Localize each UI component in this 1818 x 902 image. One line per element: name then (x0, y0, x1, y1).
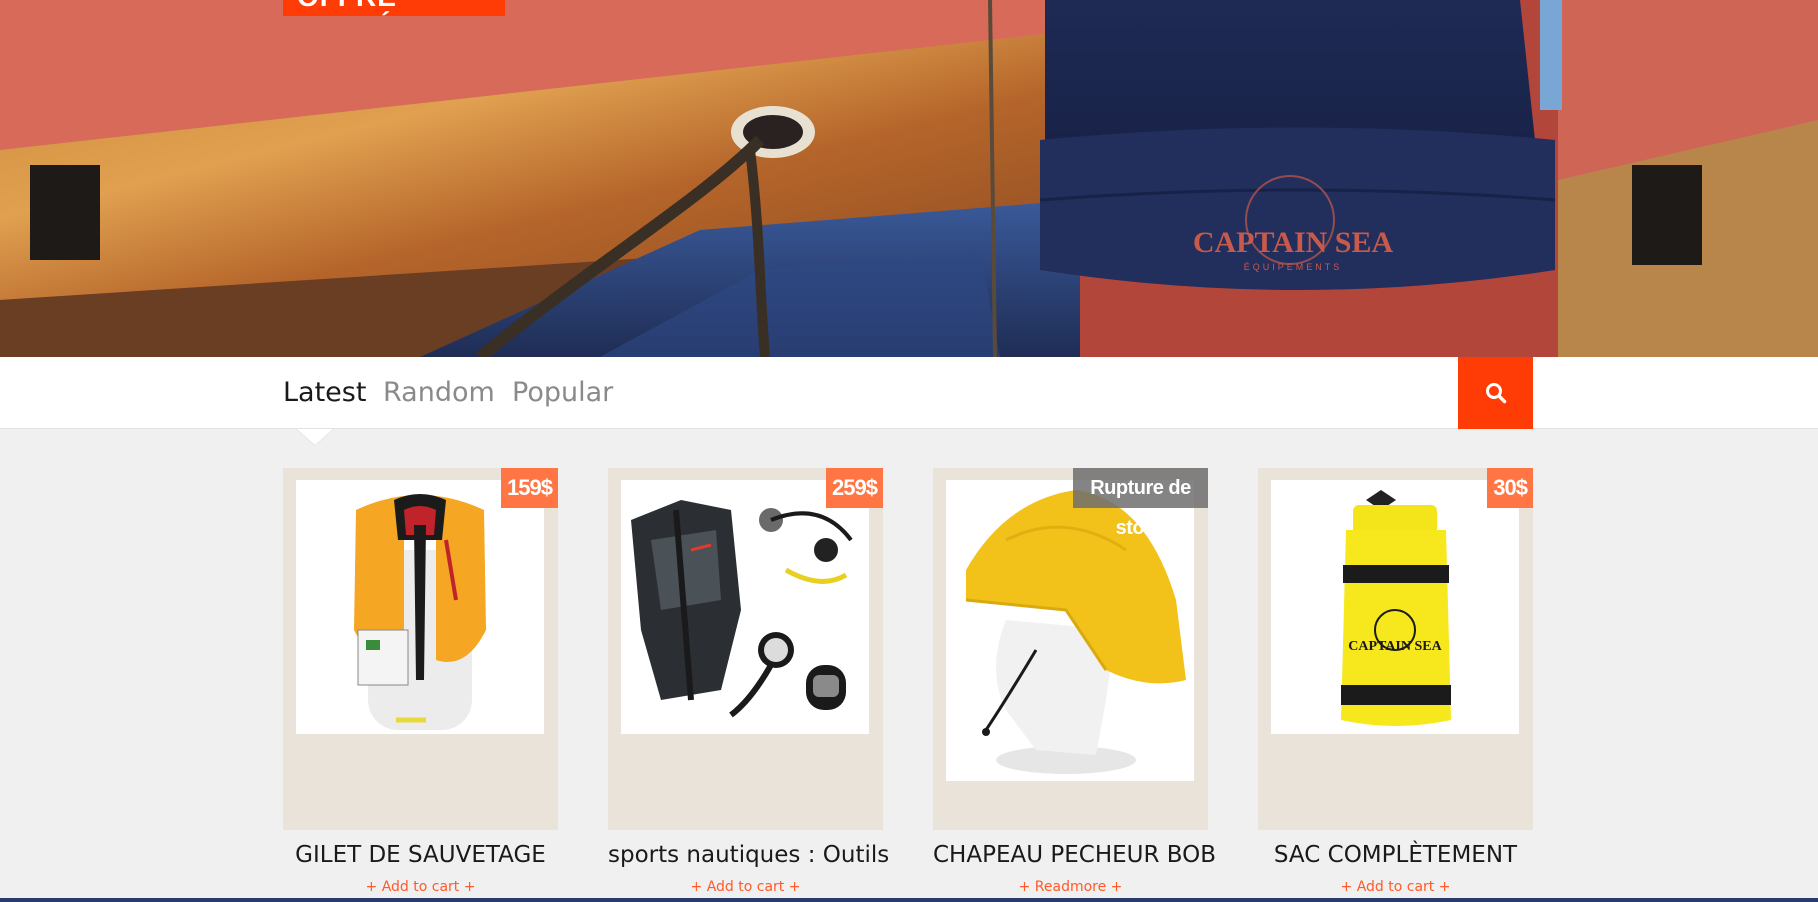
product-title[interactable]: CHAPEAU PECHEUR BOB (933, 842, 1216, 868)
price-badge: 30$ (1487, 468, 1533, 508)
product-image-dry-bag[interactable]: CAPTAIN SEA (1271, 480, 1519, 734)
tab-random[interactable]: Random (383, 377, 495, 408)
price-badge: 259$ (826, 468, 883, 508)
price-badge: 159$ (501, 468, 558, 508)
product-card[interactable]: CAPTAIN SEA 30$ (1258, 468, 1533, 830)
tab-popular[interactable]: Popular (512, 377, 613, 408)
product-image-life-jacket[interactable] (296, 480, 544, 734)
active-tab-indicator (297, 429, 333, 445)
promo-badge[interactable]: OFFRE LIMITÉE (283, 0, 505, 16)
product-card[interactable]: 159$ (283, 468, 558, 830)
readmore-link[interactable]: + Readmore + (933, 879, 1208, 895)
footer-edge (0, 898, 1818, 902)
product-title[interactable]: sports nautiques : Outils (608, 842, 889, 868)
hero-image: CAPTAIN SEA ÉQUIPEMENTS (0, 0, 1818, 357)
product-card[interactable]: 259$ (608, 468, 883, 830)
svg-text:CAPTAIN SEA: CAPTAIN SEA (1348, 639, 1442, 654)
out-of-stock-badge: Rupture de stock (1073, 468, 1208, 539)
product-image-diving-gear[interactable] (621, 480, 869, 734)
add-to-cart-link[interactable]: + Add to cart + (1258, 879, 1533, 895)
hero-banner: CAPTAIN SEA ÉQUIPEMENTS OFFRE LIMITÉE (0, 0, 1818, 357)
search-button[interactable] (1458, 357, 1533, 429)
product-card[interactable]: Rupture de stock (933, 468, 1208, 830)
product-title[interactable]: SAC COMPLÈTEMENT (1258, 842, 1533, 868)
tabs-bar: Latest Random Popular (0, 357, 1818, 429)
add-to-cart-link[interactable]: + Add to cart + (283, 879, 558, 895)
search-icon (1485, 383, 1506, 404)
add-to-cart-link[interactable]: + Add to cart + (608, 879, 883, 895)
svg-text:ÉQUIPEMENTS: ÉQUIPEMENTS (1244, 262, 1343, 272)
product-title[interactable]: GILET DE SAUVETAGE (283, 842, 558, 868)
tab-latest[interactable]: Latest (283, 377, 366, 408)
svg-text:CAPTAIN SEA: CAPTAIN SEA (1193, 226, 1394, 259)
